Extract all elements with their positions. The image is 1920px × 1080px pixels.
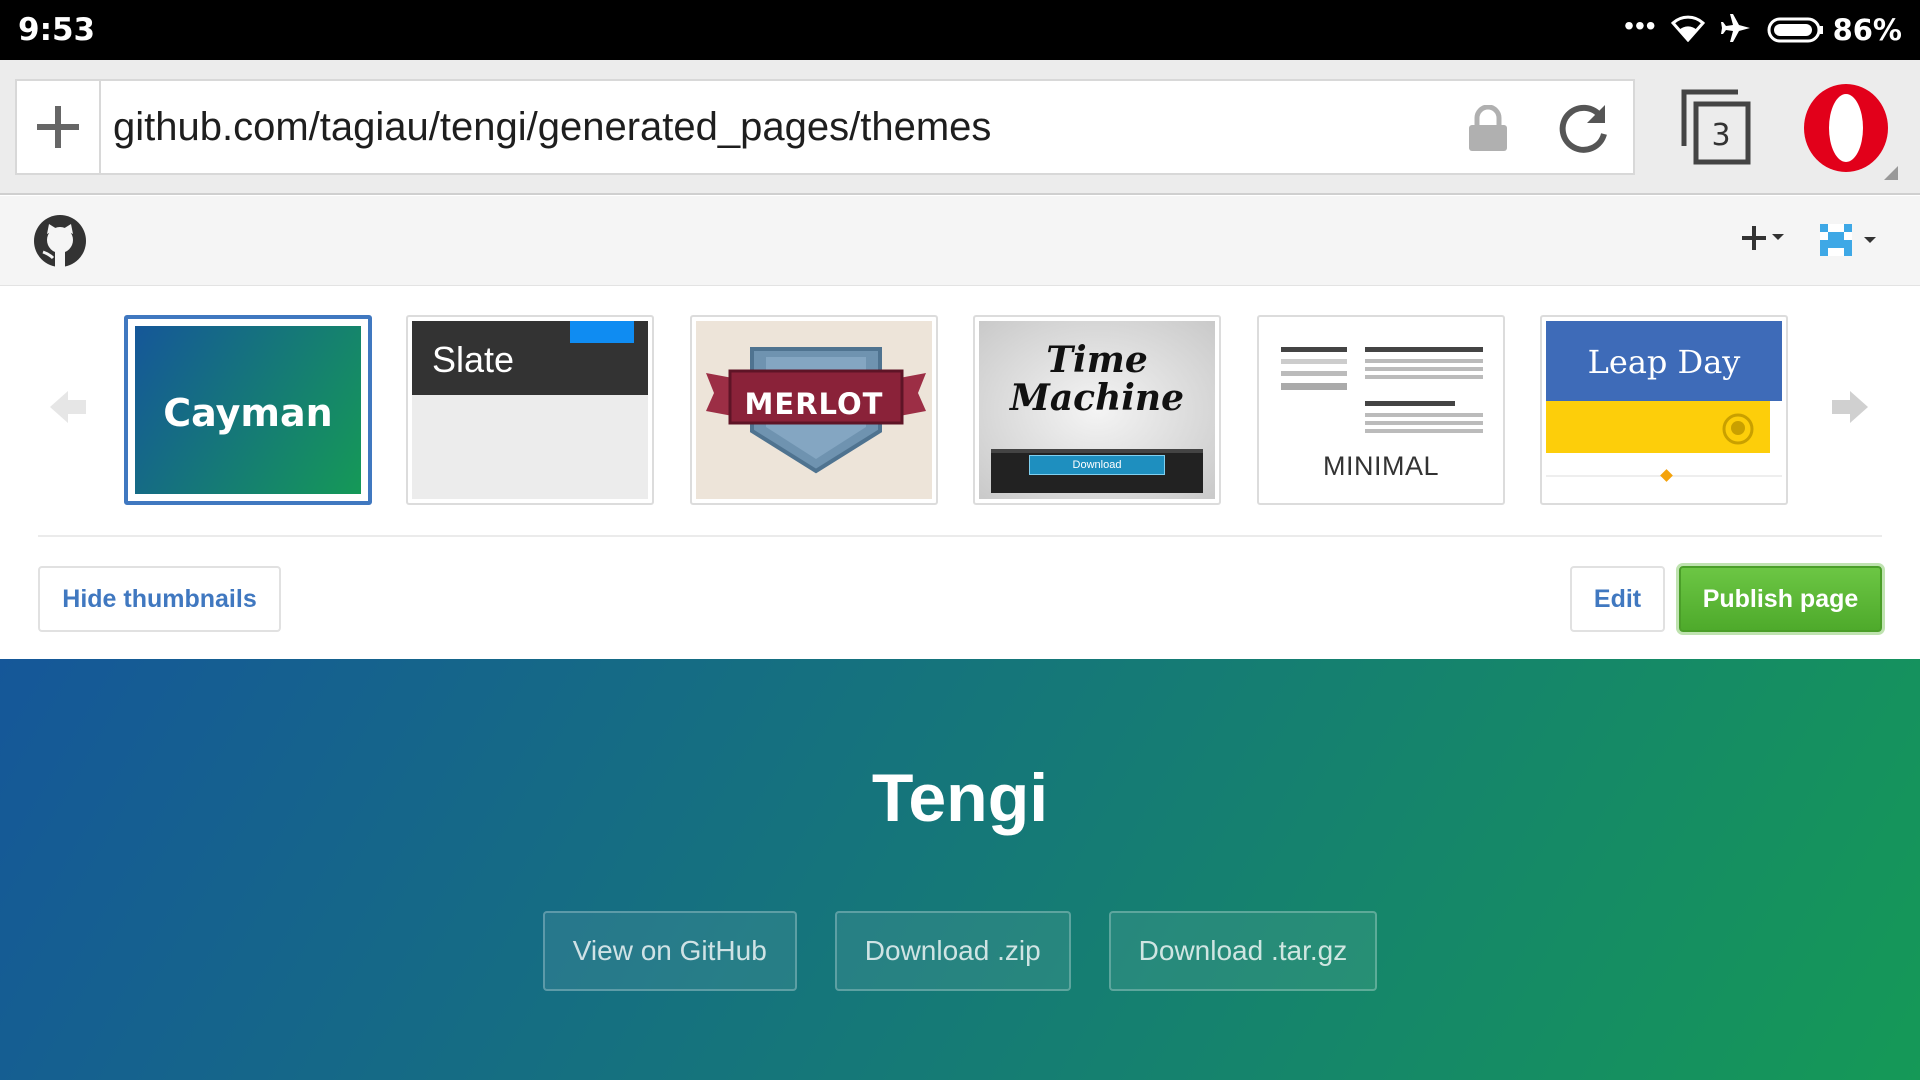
- theme-thumb-cayman[interactable]: Cayman: [124, 315, 372, 505]
- theme-thumb-merlot[interactable]: MERLOT: [690, 315, 938, 505]
- edit-button[interactable]: Edit: [1570, 566, 1665, 632]
- arrow-right-icon: [1832, 391, 1868, 423]
- thumb-preview: Leap Day: [1546, 321, 1782, 499]
- slate-body: [412, 395, 648, 499]
- publish-page-button[interactable]: Publish page: [1679, 566, 1882, 632]
- theme-thumb-slate[interactable]: Slate: [406, 315, 654, 505]
- thumb-preview: MERLOT: [696, 321, 932, 499]
- theme-thumb-leap-day[interactable]: Leap Day: [1540, 315, 1788, 505]
- arrow-left-icon: [50, 391, 86, 423]
- theme-name: MINIMAL: [1322, 451, 1439, 481]
- project-title: Tengi: [871, 760, 1049, 836]
- theme-name: MERLOT: [744, 387, 884, 421]
- reload-icon: [1559, 104, 1607, 153]
- theme-name: Leap Day: [1587, 343, 1741, 381]
- theme-name: Time Machine: [1009, 339, 1185, 419]
- theme-chooser: Cayman Slate MERLOT Time Machine Downloa…: [0, 287, 1920, 659]
- lock-icon[interactable]: [1467, 104, 1509, 158]
- github-header: [0, 196, 1920, 286]
- browser-toolbar: github.com/tagiau/tengi/generated_pages/…: [0, 60, 1920, 195]
- tabs-button[interactable]: 3: [1680, 88, 1758, 170]
- airplane-icon: [1719, 11, 1753, 50]
- opera-menu-icon: [1804, 84, 1898, 180]
- more-dots-icon: •••: [1624, 10, 1657, 41]
- github-logo-icon[interactable]: [33, 214, 87, 273]
- previous-themes-button[interactable]: [48, 387, 88, 432]
- thumb-preview: Slate: [412, 321, 648, 499]
- wifi-icon: [1670, 14, 1705, 47]
- thumb-preview: Cayman: [132, 323, 364, 497]
- thumb-preview: MINIMAL: [1263, 321, 1499, 499]
- battery-icon: [1767, 17, 1823, 43]
- theme-name: Cayman: [163, 391, 333, 435]
- address-bar[interactable]: github.com/tagiau/tengi/generated_pages/…: [15, 79, 1635, 175]
- thumb-preview: Time Machine Download: [979, 321, 1215, 499]
- leap-dot: [1660, 469, 1673, 482]
- theme-thumb-minimal[interactable]: MINIMAL: [1257, 315, 1505, 505]
- leap-github-icon: [1722, 413, 1754, 445]
- reload-button[interactable]: [1557, 101, 1611, 160]
- hide-thumbnails-button[interactable]: Hide thumbnails: [38, 566, 281, 632]
- create-new-dropdown[interactable]: [1742, 220, 1788, 256]
- plus-icon: [37, 106, 79, 148]
- url-text[interactable]: github.com/tagiau/tengi/generated_pages/…: [113, 105, 991, 150]
- preview-button-row: View on GitHub Download .zip Download .t…: [0, 911, 1920, 991]
- opera-menu-button[interactable]: [1800, 82, 1900, 182]
- user-avatar-dropdown[interactable]: [1820, 222, 1888, 258]
- next-themes-button[interactable]: [1830, 387, 1870, 432]
- download-zip-button[interactable]: Download .zip: [834, 911, 1071, 991]
- battery-percent: 86%: [1832, 13, 1902, 47]
- tab-count: 3: [1711, 118, 1731, 153]
- battery-indicator: 86%: [1767, 13, 1902, 47]
- tm-download-button: Download: [1029, 455, 1165, 475]
- status-bar: 9:53 ••• 86%: [0, 0, 1920, 60]
- status-icons: ••• 86%: [1624, 10, 1902, 50]
- chooser-divider: [38, 535, 1882, 537]
- theme-name: Slate: [432, 339, 515, 380]
- theme-thumb-time-machine[interactable]: Time Machine Download: [973, 315, 1221, 505]
- download-targz-button[interactable]: Download .tar.gz: [1108, 911, 1378, 991]
- plus-dropdown-icon: [1742, 226, 1784, 250]
- page-preview-header: Tengi View on GitHub Download .zip Downl…: [0, 659, 1920, 1080]
- slate-ribbon: [570, 321, 634, 343]
- new-tab-button[interactable]: [17, 81, 101, 173]
- view-on-github-button[interactable]: View on GitHub: [542, 911, 797, 991]
- status-time: 9:53: [18, 12, 96, 48]
- avatar-dropdown-icon: [1820, 224, 1876, 256]
